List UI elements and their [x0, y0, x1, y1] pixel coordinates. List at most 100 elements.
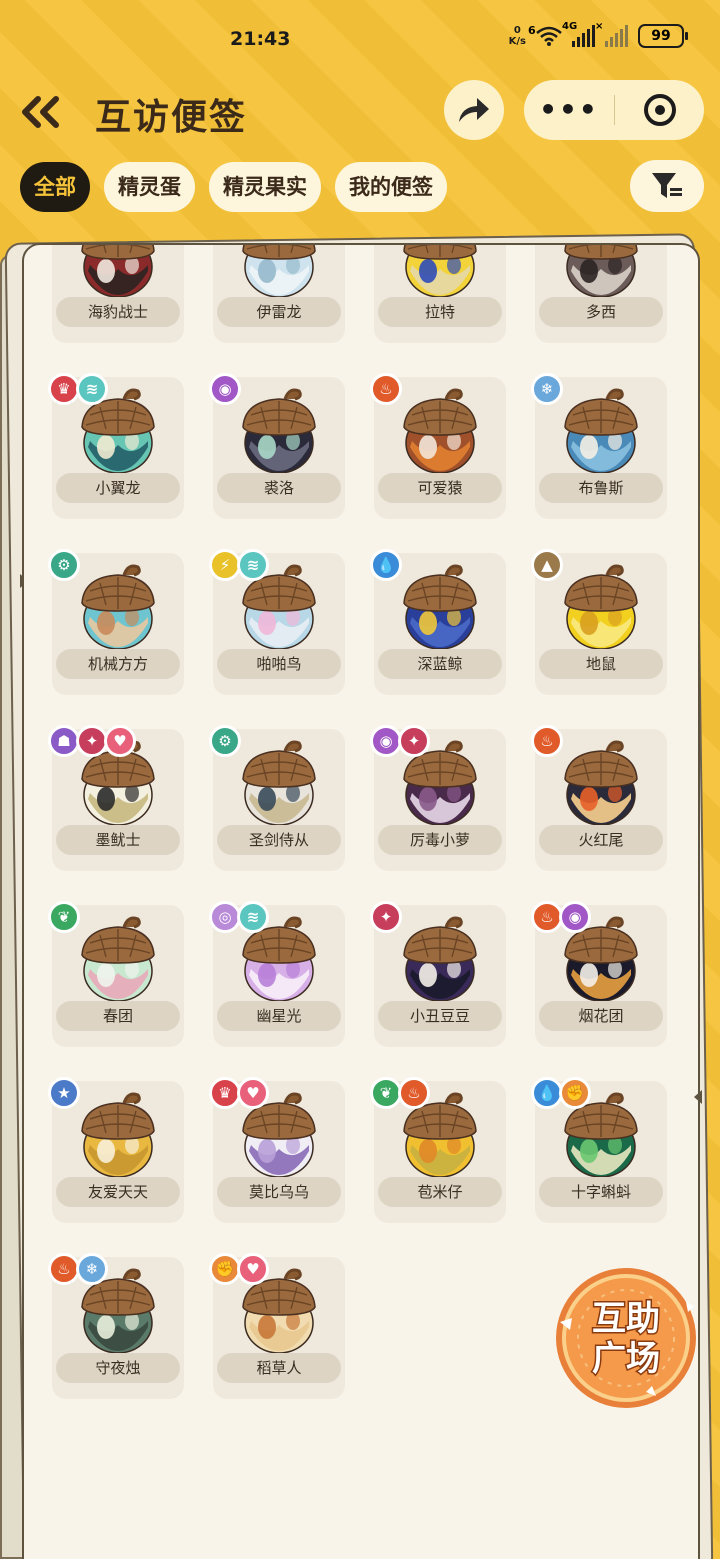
card-name: 苞米仔 — [378, 1177, 502, 1207]
wing-type-icon: ≋ — [237, 901, 269, 933]
note-card[interactable]: ⚡拉特 — [374, 245, 506, 343]
note-card[interactable]: ♛ ≋ 小翼龙 — [48, 373, 184, 519]
card-name: 伊雷龙 — [217, 297, 341, 327]
card-name: 十字蝌蚪 — [539, 1177, 663, 1207]
acorn-egg-icon — [242, 245, 316, 298]
card-name: 友爱天天 — [56, 1177, 180, 1207]
note-card[interactable]: 💧 深蓝鲸 — [370, 549, 506, 695]
note-card[interactable]: ◎ ≋ 幽星光 — [209, 901, 345, 1047]
network-speed-unit: K/s — [508, 36, 526, 47]
acorn-egg-icon — [564, 245, 638, 298]
note-card[interactable]: ✦ 小丑豆豆 — [370, 901, 506, 1047]
tab-all[interactable]: 全部 — [20, 162, 90, 212]
fire-type-icon: ♨ — [531, 725, 563, 757]
note-card[interactable]: ♨ ◉ 烟花团 — [531, 901, 667, 1047]
note-card[interactable]: ⚡ ≋ 啪啪鸟 — [209, 549, 345, 695]
fire-type-icon: ♨ — [370, 373, 402, 405]
type-badges: ✦ — [370, 901, 402, 933]
card-name: 可爱猿 — [378, 473, 502, 503]
note-card[interactable]: ❄ 布鲁斯 — [531, 373, 667, 519]
type-badges: ❦ ♨ — [370, 1077, 430, 1109]
note-card[interactable]: ♨ 可爱猿 — [370, 373, 506, 519]
acorn-egg-icon — [81, 1092, 155, 1178]
cute-type-icon: ♥ — [237, 1253, 269, 1285]
evil-type-icon: ✦ — [398, 725, 430, 757]
acorn-egg-icon — [564, 740, 638, 826]
normal-type-icon: ★ — [48, 1077, 80, 1109]
type-badges: 💧 ✊ — [531, 1077, 591, 1109]
water-type-icon: 💧 — [370, 549, 402, 581]
type-badges: ♛ ♥ — [209, 1077, 269, 1109]
note-card[interactable]: ♛ ♥ 莫比乌乌 — [209, 1077, 345, 1223]
target-circle-icon — [643, 94, 676, 126]
ice-type-icon: ❄ — [531, 373, 563, 405]
note-card[interactable]: ⚙ 机械方方 — [48, 549, 184, 695]
close-miniapp-button[interactable] — [615, 94, 704, 126]
type-badges: ❄ — [531, 373, 563, 405]
card-name: 地鼠 — [539, 649, 663, 679]
card-name: 布鲁斯 — [539, 473, 663, 503]
card-name: 墨鱿士 — [56, 825, 180, 855]
card-name: 海豹战士 — [56, 297, 180, 327]
note-card[interactable]: ❄✦海豹战士 — [52, 245, 184, 343]
note-card[interactable]: ♨ ❄ 守夜烛 — [48, 1253, 184, 1399]
note-card[interactable]: ☗ ✦ ♥ 墨鱿士 — [48, 725, 184, 871]
acorn-egg-icon — [403, 245, 477, 298]
type-badges: ◎ ≋ — [209, 901, 269, 933]
type-badges: 💧 — [370, 549, 402, 581]
fire-type-icon: ♨ — [398, 1077, 430, 1109]
mutual-help-plaza-badge-icon: 互助 广场 — [556, 1268, 696, 1408]
status-time: 21:43 — [230, 28, 291, 50]
card-name: 裘洛 — [217, 473, 341, 503]
tab-my-notes[interactable]: 我的便签 — [335, 162, 447, 212]
network-speed: 0 K/s — [509, 25, 526, 47]
mutual-help-plaza-button[interactable]: 互助 广场 — [548, 1262, 704, 1412]
note-card[interactable]: ✊ ♥ 稻草人 — [209, 1253, 345, 1399]
note-card[interactable]: ❦ ♨ 苞米仔 — [370, 1077, 506, 1223]
ice-type-icon: ❄ — [76, 1253, 108, 1285]
signal-secondary-icon: × — [595, 21, 628, 47]
filter-button[interactable] — [630, 160, 704, 212]
acorn-egg-icon — [81, 564, 155, 650]
type-badges: ▲ — [531, 549, 563, 581]
note-card[interactable]: ♨ 火红尾 — [531, 725, 667, 871]
share-button[interactable] — [444, 80, 504, 140]
note-card[interactable]: ✦伊雷龙 — [213, 245, 345, 343]
network-speed-value: 0 — [513, 25, 521, 36]
signal-4g-icon: 4G — [562, 21, 595, 47]
note-card[interactable]: ▲ 地鼠 — [531, 549, 667, 695]
tab-spirit-fruit[interactable]: 精灵果实 — [209, 162, 321, 212]
note-card[interactable]: ◉ 裘洛 — [209, 373, 345, 519]
acorn-egg-icon — [403, 564, 477, 650]
acorn-egg-icon — [403, 388, 477, 474]
evil-type-icon: ✦ — [370, 901, 402, 933]
acorn-egg-icon — [564, 388, 638, 474]
back-button[interactable] — [20, 90, 70, 134]
acorn-egg-icon — [403, 916, 477, 1002]
wifi-icon: 6 — [528, 24, 562, 46]
note-card[interactable]: ❦ 春团 — [48, 901, 184, 1047]
acorn-egg-icon — [564, 564, 638, 650]
note-card[interactable]: 💧 ✊ 十字蝌蚪 — [531, 1077, 667, 1223]
note-card[interactable]: ★ 友爱天天 — [48, 1077, 184, 1223]
status-icons: 0 K/s 6 4G × 99 — [509, 21, 688, 48]
share-arrow-icon — [459, 98, 489, 122]
battery-level: 99 — [651, 28, 671, 44]
card-name: 稻草人 — [217, 1353, 341, 1383]
tab-spirit-egg[interactable]: 精灵蛋 — [104, 162, 195, 212]
note-card[interactable]: ⚙ 圣剑侍从 — [209, 725, 345, 871]
acorn-egg-icon — [81, 916, 155, 1002]
card-name: 守夜烛 — [56, 1353, 180, 1383]
more-options-button[interactable]: ••• — [524, 80, 614, 140]
wing-type-icon: ≋ — [76, 373, 108, 405]
signal-4g-tag: 4G — [562, 21, 578, 32]
note-card[interactable]: ✦✦多西 — [535, 245, 667, 343]
type-badges: ★ — [48, 1077, 80, 1109]
type-badges: ♛ ≋ — [48, 373, 108, 405]
card-name: 拉特 — [378, 297, 502, 327]
right-tab-marker — [694, 1090, 702, 1104]
poison-type-icon: ◉ — [559, 901, 591, 933]
note-card[interactable]: ◉ ✦ 厉毒小萝 — [370, 725, 506, 871]
card-name: 小翼龙 — [56, 473, 180, 503]
cute-type-icon: ♥ — [237, 1077, 269, 1109]
